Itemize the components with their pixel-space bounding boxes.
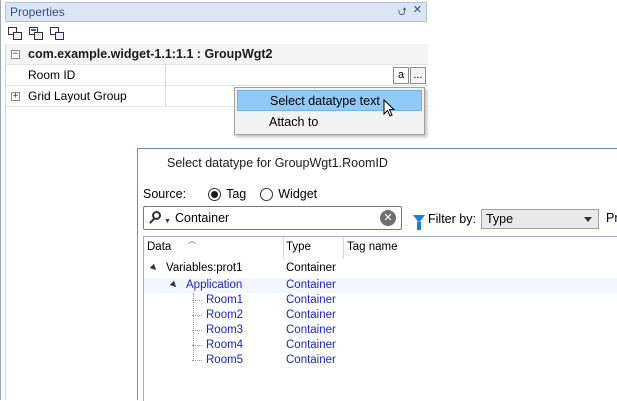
tree-row-data: Room1 (206, 294, 244, 306)
source-selector: Source: Tag Widget (143, 185, 317, 203)
radio-tag-label[interactable]: Tag (226, 187, 246, 201)
tree-connector (192, 300, 202, 301)
tree-row[interactable]: Room1 Container (144, 293, 617, 308)
radio-tag[interactable] (208, 187, 222, 201)
chevron-down-icon (583, 216, 592, 222)
tree-row-data: Variables:prot1 (166, 262, 243, 274)
tree-row[interactable]: Variables:prot1 Container (144, 261, 617, 276)
tree-connector (192, 360, 202, 361)
clear-search-icon[interactable]: ✕ (380, 210, 396, 226)
tree-row-data: Application (186, 279, 243, 291)
filter-label: Filter by: (428, 212, 476, 226)
tree-row[interactable]: Room4 Container (144, 338, 617, 353)
filter-select[interactable]: Type (480, 209, 599, 229)
alphabetical-view-icon[interactable] (28, 25, 45, 42)
expand-icon[interactable]: + (11, 91, 20, 101)
close-icon[interactable]: ✕ (413, 3, 422, 22)
tree-row-type: Container (286, 279, 336, 291)
filter-icon (413, 215, 425, 230)
search-icon[interactable]: ▼ (147, 207, 171, 229)
text-mode-button[interactable]: a (393, 67, 409, 84)
tree-connector (193, 293, 194, 361)
expanded-arrow-icon[interactable] (149, 263, 159, 273)
categorized-view-icon[interactable] (7, 25, 24, 42)
radio-widget[interactable] (260, 187, 274, 201)
column-header-data[interactable]: Data (147, 241, 171, 253)
tree-connector (192, 345, 202, 346)
expanded-arrow-icon[interactable] (169, 280, 179, 290)
truncated-label: Pr (606, 211, 617, 225)
tree-row-data: Room5 (206, 354, 244, 366)
select-datatype-dialog: Select datatype for GroupWgt1.RoomID Sou… (137, 148, 617, 401)
object-header: com.example.widget-1.1:1.1 : GroupWgt2 (28, 47, 273, 61)
dialog-title: Select datatype for GroupWgt1.RoomID (167, 156, 388, 170)
table-header: ︿ Data Type Tag name (144, 236, 617, 259)
tree-row[interactable]: Application Container (144, 278, 617, 293)
tree-connector (192, 315, 202, 316)
tree-row-type: Container (286, 294, 336, 306)
datatype-tree-table: ︿ Data Type Tag name Variables:prot1 Con… (143, 236, 617, 401)
properties-toolbar (5, 22, 427, 44)
properties-titlebar: Properties ⮍ ✕ (5, 2, 427, 22)
tree-connector (192, 330, 202, 331)
tree-row-data: Room2 (206, 309, 244, 321)
collapse-icon[interactable]: − (11, 49, 20, 59)
column-header-tag-name[interactable]: Tag name (347, 241, 398, 253)
pin-icon[interactable]: ⮍ (398, 3, 407, 22)
filter-selected-value: Type (485, 212, 514, 226)
search-field[interactable]: ▼ Container ✕ (143, 206, 402, 230)
property-row-room-id[interactable]: Room ID a ... (6, 65, 428, 86)
tree-row-type: Container (286, 324, 336, 336)
tree-row[interactable]: Room2 Container (144, 308, 617, 323)
tree-row[interactable]: Room3 Container (144, 323, 617, 338)
object-header-row[interactable]: − com.example.widget-1.1:1.1 : GroupWgt2 (6, 44, 428, 65)
property-name: Grid Layout Group (28, 89, 127, 103)
mouse-cursor-icon (383, 99, 396, 117)
tree-row[interactable]: Room5 Container (144, 353, 617, 368)
tree-row-type: Container (286, 339, 336, 351)
source-label: Source: (143, 187, 187, 201)
tree-row-type: Container (286, 354, 336, 366)
tree-row-data: Room3 (206, 324, 244, 336)
property-name: Room ID (28, 68, 76, 82)
browse-button[interactable]: ... (410, 67, 426, 84)
tree-row-type: Container (286, 309, 336, 321)
search-input[interactable]: Container (175, 211, 380, 225)
column-header-type[interactable]: Type (286, 241, 311, 253)
tree-row-data: Room4 (206, 339, 244, 351)
filter-area: Filter by: Type (413, 209, 599, 230)
property-pages-icon[interactable] (49, 25, 66, 42)
tree-row-type: Container (286, 262, 336, 274)
sort-indicator-icon: ︿ (188, 236, 196, 245)
properties-title: Properties (10, 5, 65, 19)
radio-widget-label[interactable]: Widget (278, 187, 317, 201)
property-value[interactable]: a ... (166, 65, 428, 85)
